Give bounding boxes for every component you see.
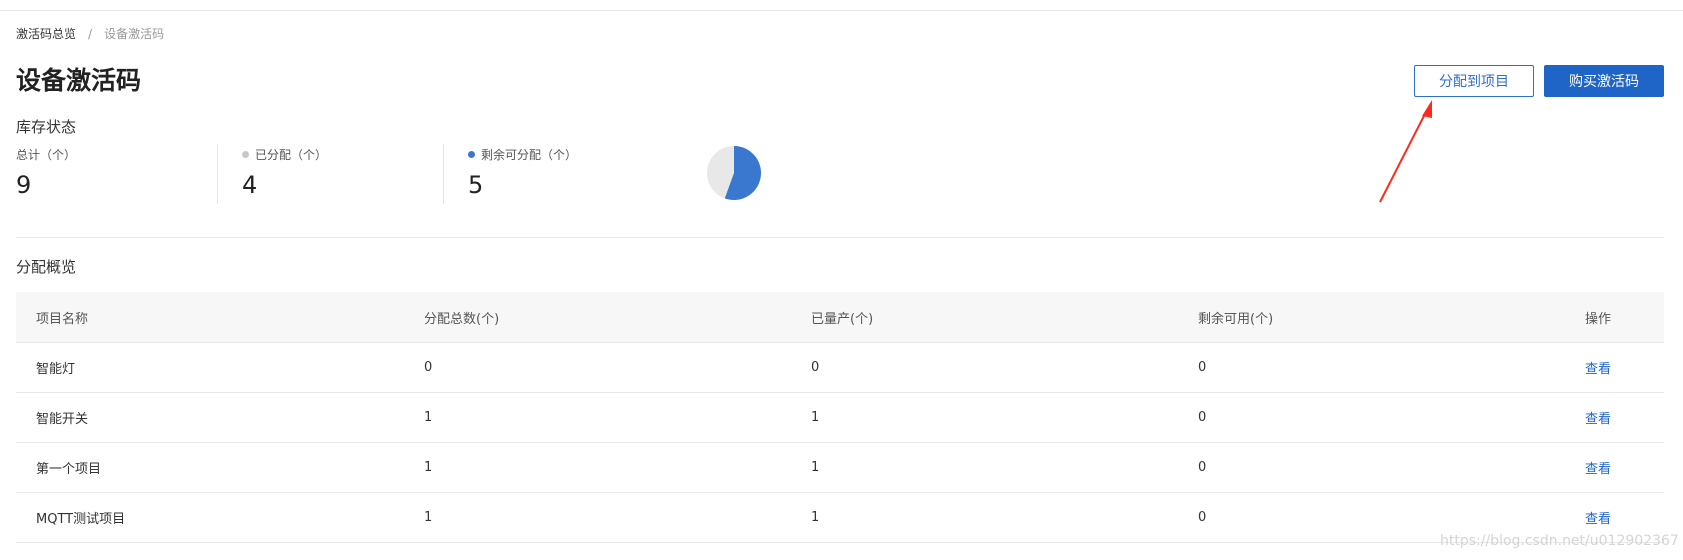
view-link[interactable]: 查看 [1585,512,1611,527]
column-header-total: 分配总数(个) [404,292,791,343]
cell-remaining: 0 [1178,392,1565,443]
cell-remaining: 0 [1178,342,1565,393]
allocation-section-title: 分配概览 [16,258,77,276]
stat-total: 总计（个） 9 [16,146,76,204]
annotation-arrow-icon [1379,100,1432,203]
cell-project-name: 第一个项目 [16,442,404,493]
column-header-produced: 已量产(个) [791,292,1178,343]
stat-remaining-value: 5 [468,171,484,199]
table-header-row: 项目名称 分配总数(个) 已量产(个) 剩余可用(个) 操作 [16,292,1664,343]
column-header-action: 操作 [1565,292,1664,343]
cell-total: 1 [404,492,791,543]
remaining-legend-dot [468,151,475,158]
stat-allocated-value: 4 [242,171,258,199]
stat-allocated-label: 已分配（个） [255,148,328,162]
table-row: 智能开关 1 1 0 查看 [16,392,1664,443]
table-row: 智能灯 0 0 0 查看 [16,342,1664,393]
cell-project-name: MQTT测试项目 [16,492,404,543]
allocation-table: 项目名称 分配总数(个) 已量产(个) 剩余可用(个) 操作 智能灯 0 0 0… [16,292,1664,543]
column-header-project-name: 项目名称 [16,292,404,343]
cell-total: 0 [404,342,791,393]
inventory-pie-chart [707,146,762,200]
breadcrumb-current: 设备激活码 [104,27,165,41]
breadcrumb-separator: / [88,26,93,41]
table-row: 第一个项目 1 1 0 查看 [16,442,1664,493]
assign-to-project-button[interactable]: 分配到项目 [1414,65,1534,97]
page-title: 设备激活码 [16,66,142,95]
breadcrumb: 激活码总览 / 设备激活码 [16,25,164,42]
cell-produced: 1 [791,392,1178,443]
table-row: MQTT测试项目 1 1 0 查看 [16,492,1664,543]
stat-remaining-label: 剩余可分配（个） [481,148,578,162]
watermark: https://blog.csdn.net/u012902367 [1440,533,1679,549]
stat-total-value: 9 [16,171,32,199]
view-link[interactable]: 查看 [1585,412,1611,427]
cell-produced: 1 [791,442,1178,493]
cell-produced: 1 [791,492,1178,543]
section-divider [16,237,1664,238]
allocated-legend-dot [242,151,249,158]
stat-remaining: 剩余可分配（个） 5 [468,146,577,204]
stat-total-label: 总计（个） [16,148,77,162]
stat-divider [443,144,444,204]
cell-produced: 0 [791,342,1178,393]
view-link[interactable]: 查看 [1585,462,1611,477]
cell-project-name: 智能开关 [16,392,404,443]
column-header-remaining: 剩余可用(个) [1178,292,1565,343]
stat-allocated: 已分配（个） 4 [242,146,327,204]
view-link[interactable]: 查看 [1585,362,1611,377]
breadcrumb-parent-link[interactable]: 激活码总览 [16,25,76,42]
cell-total: 1 [404,442,791,493]
inventory-section-title: 库存状态 [16,118,77,136]
buy-activation-code-button[interactable]: 购买激活码 [1544,65,1664,97]
cell-total: 1 [404,392,791,443]
cell-project-name: 智能灯 [16,342,404,393]
top-divider [0,10,1683,11]
stat-divider [217,144,218,204]
cell-remaining: 0 [1178,442,1565,493]
